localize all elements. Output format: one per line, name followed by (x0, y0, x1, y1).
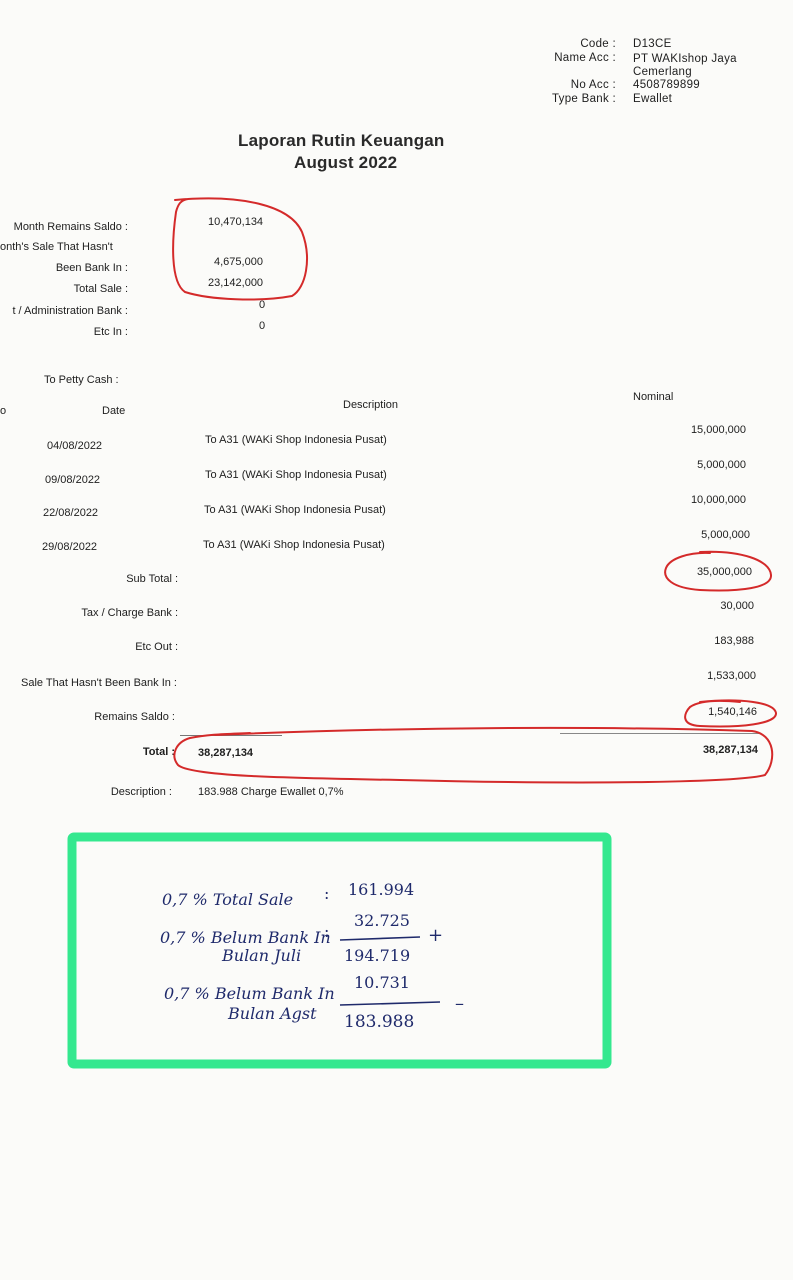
hand-line1-label: 0,7 % Total Sale (162, 890, 294, 909)
sum-line-1 (339, 936, 421, 941)
total-circle (173, 726, 774, 784)
subtotal-circle (664, 550, 773, 592)
hand-line3-label-b: Bulan Agst (228, 1004, 317, 1023)
green-highlight-box (67, 832, 612, 1069)
pen-annotations (67, 197, 777, 1069)
sum-line-2 (339, 1001, 441, 1006)
hand-line3-label-a: 0,7 % Belum Bank In (164, 984, 335, 1003)
hand-plus: + (428, 925, 444, 946)
hand-line2-label-b: Bulan Juli (222, 946, 302, 965)
hand-line1-colon: : (324, 884, 330, 903)
summary-circle (172, 197, 308, 301)
hand-line3-value: 10.731 (354, 973, 410, 992)
hand-line2-label-a: 0,7 % Belum Bank In (160, 928, 331, 947)
hand-line2-value: 32.725 (354, 911, 410, 930)
hand-result: 183.988 (344, 1012, 415, 1032)
hand-subtotal: 194.719 (344, 946, 411, 965)
hand-minus: – (455, 993, 464, 1014)
hand-line1-value: 161.994 (348, 880, 415, 899)
hand-line2-colon: : (324, 922, 330, 941)
remains-circle (684, 699, 777, 728)
